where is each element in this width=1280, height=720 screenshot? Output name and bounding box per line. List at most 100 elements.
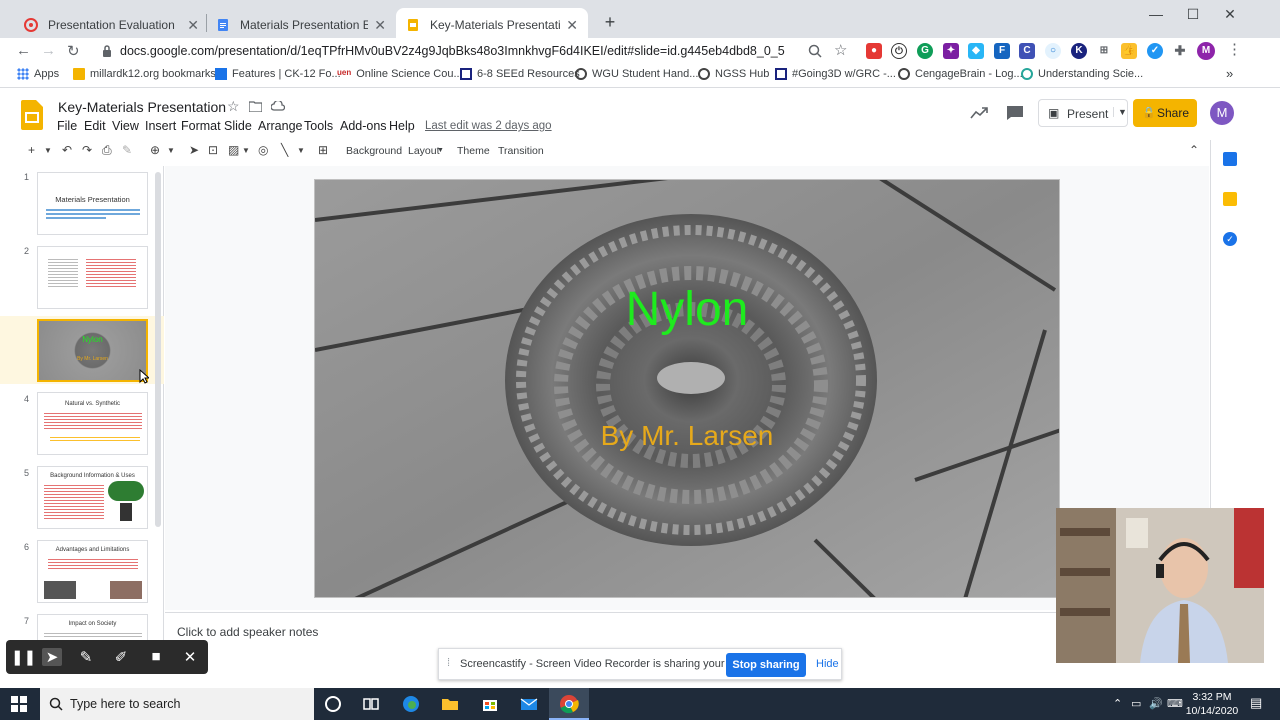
store-icon[interactable] — [480, 694, 500, 714]
keep-panel-icon[interactable] — [1223, 192, 1237, 206]
tray-overflow-icon[interactable]: ⌃ — [1113, 697, 1122, 710]
menu-view[interactable]: View — [112, 119, 139, 133]
menu-slide[interactable]: Slide — [224, 119, 252, 133]
zoom-dropdown-icon[interactable]: ▼ — [167, 146, 175, 155]
user-avatar[interactable]: M — [1210, 101, 1234, 125]
slides-logo-icon[interactable] — [21, 100, 43, 130]
layout-dropdown-icon[interactable]: ▼ — [437, 147, 444, 154]
pen-tool-icon[interactable]: ✎ — [76, 648, 96, 666]
forward-icon[interactable]: → — [41, 42, 56, 59]
highlighter-tool-icon[interactable]: ✐ — [111, 648, 131, 666]
slide-thumbnail-7[interactable]: Impact on Society — [37, 614, 148, 640]
menu-format[interactable]: Format — [181, 119, 221, 133]
windows-start-icon[interactable] — [11, 696, 27, 712]
file-explorer-icon[interactable] — [440, 694, 460, 714]
new-slide-icon[interactable]: + — [28, 143, 35, 157]
url-input[interactable]: docs.google.com/presentation/d/1eqTPfrHM… — [120, 38, 880, 64]
cursor-tool-icon[interactable]: ➤ — [42, 648, 62, 666]
close-toolbar-icon[interactable]: ✕ — [180, 648, 200, 666]
stop-sharing-button[interactable]: Stop sharing — [726, 653, 806, 677]
bookmark-ngss-hub[interactable]: NGSS Hub — [698, 68, 769, 80]
bookmark-seed-resources[interactable]: 6-8 SEEd Resources — [460, 68, 580, 80]
layout-button[interactable]: Layout — [408, 145, 440, 157]
slide-title[interactable]: Nylon — [315, 282, 1059, 337]
close-tab-icon[interactable]: ✕ — [187, 17, 199, 34]
close-window-icon[interactable]: ✕ — [1212, 6, 1248, 23]
extensions-puzzle-icon[interactable]: ✚ — [1172, 43, 1188, 59]
mail-icon[interactable] — [519, 694, 539, 714]
system-clock[interactable]: 3:32 PM 10/14/2020 — [1184, 690, 1240, 718]
bookmark-folder[interactable]: millardk12.org bookmarks — [73, 68, 216, 80]
new-slide-dropdown-icon[interactable]: ▼ — [44, 146, 52, 155]
notifications-icon[interactable]: ▤ — [1250, 695, 1262, 711]
move-folder-icon[interactable] — [249, 101, 262, 112]
tab-materials-presentation-evaluation[interactable]: Materials Presentation Evaluation ✕ — [206, 8, 396, 42]
bookmark-wgu[interactable]: WGU Student Hand... — [575, 68, 698, 80]
reload-icon[interactable]: ↻ — [67, 42, 80, 60]
pause-icon[interactable]: ❚❚ — [11, 648, 36, 666]
tasks-panel-icon[interactable]: ✓ — [1223, 232, 1237, 246]
bookmark-cengage[interactable]: CengageBrain - Log... — [898, 68, 1023, 80]
present-button[interactable]: ▣ Present ▼ — [1038, 99, 1128, 127]
webcam-toggle-icon[interactable]: ■ — [146, 648, 166, 666]
bookmark-going3d[interactable]: #Going3D w/GRC -... — [775, 68, 896, 80]
activity-trend-icon[interactable] — [970, 107, 988, 119]
hide-button[interactable]: Hide — [816, 658, 839, 670]
current-slide[interactable]: Nylon By Mr. Larsen — [314, 179, 1060, 598]
document-title[interactable]: Key-Materials Presentation — [58, 99, 226, 115]
network-icon[interactable]: ▭ — [1131, 697, 1141, 710]
close-tab-icon[interactable]: ✕ — [374, 17, 386, 34]
maximize-icon[interactable]: ☐ — [1175, 6, 1211, 23]
browser-menu-icon[interactable]: ⋮ — [1227, 40, 1242, 58]
text-box-icon[interactable]: ⊡ — [208, 143, 218, 157]
slide-subtitle[interactable]: By Mr. Larsen — [315, 420, 1059, 452]
calendar-panel-icon[interactable] — [1223, 152, 1237, 166]
slide-thumbnail-1[interactable]: Materials Presentation — [37, 172, 148, 235]
extension-record-icon[interactable]: ● — [866, 43, 882, 59]
last-edit-link[interactable]: Last edit was 2 days ago — [425, 120, 552, 132]
bookmark-star-icon[interactable]: ☆ — [834, 41, 847, 59]
extension-check-icon[interactable]: ✓ — [1147, 43, 1163, 59]
menu-edit[interactable]: Edit — [84, 119, 106, 133]
comments-icon[interactable] — [1006, 105, 1024, 121]
slide-thumbnail-2[interactable] — [37, 246, 148, 309]
undo-icon[interactable]: ↶ — [62, 143, 72, 157]
close-tab-icon[interactable]: ✕ — [566, 17, 578, 34]
menu-tools[interactable]: Tools — [304, 119, 333, 133]
extension-puzzle-purple-icon[interactable]: ✦ — [943, 43, 959, 59]
line-dropdown-icon[interactable]: ▼ — [297, 146, 305, 155]
paint-format-icon[interactable]: ✎ — [122, 143, 132, 157]
theme-button[interactable]: Theme — [457, 145, 490, 157]
slide-thumbnail-5[interactable]: Background Information & Uses — [37, 466, 148, 529]
bookmark-apps[interactable]: Apps — [17, 68, 59, 80]
cortana-icon[interactable] — [323, 694, 343, 714]
menu-help[interactable]: Help — [389, 119, 415, 133]
transition-button[interactable]: Transition — [498, 145, 544, 157]
comment-add-icon[interactable]: ⊞ — [318, 143, 328, 157]
extension-diamond-icon[interactable]: ◆ — [968, 43, 984, 59]
zoom-tool-icon[interactable]: ⊕ — [150, 143, 160, 157]
volume-icon[interactable]: 🔊 — [1149, 697, 1163, 710]
share-button[interactable]: 🔒 Share — [1133, 99, 1197, 127]
bookmarks-overflow-icon[interactable]: » — [1226, 66, 1233, 81]
minimize-icon[interactable]: — — [1138, 6, 1174, 22]
image-dropdown-icon[interactable]: ▼ — [242, 146, 250, 155]
extension-grid-icon[interactable]: ⊞ — [1096, 43, 1112, 59]
keyboard-icon[interactable]: ⌨ — [1167, 697, 1183, 710]
extension-flag-icon[interactable]: F — [994, 43, 1010, 59]
extension-k-icon[interactable]: K — [1071, 43, 1087, 59]
bookmark-ck12[interactable]: Features | CK-12 Fo... — [215, 68, 341, 80]
tab-key-materials-presentation[interactable]: Key-Materials Presentation - Goo ✕ — [396, 8, 588, 42]
chrome-taskbar-button[interactable] — [549, 688, 589, 720]
bookmark-online-science[interactable]: uen Online Science Cou... — [337, 68, 463, 80]
star-icon[interactable]: ☆ — [227, 98, 240, 115]
line-icon[interactable]: ╲ — [281, 143, 288, 157]
collapse-toolbar-icon[interactable]: ⌃ — [1189, 143, 1199, 157]
print-icon[interactable]: ⎙ — [102, 143, 112, 158]
menu-arrange[interactable]: Arrange — [258, 119, 302, 133]
menu-addons[interactable]: Add-ons — [340, 119, 387, 133]
image-icon[interactable]: ▨ — [228, 143, 239, 157]
extension-green-icon[interactable]: G — [917, 43, 933, 59]
filmstrip-scrollbar[interactable] — [155, 172, 161, 527]
edge-browser-icon[interactable] — [401, 694, 421, 714]
